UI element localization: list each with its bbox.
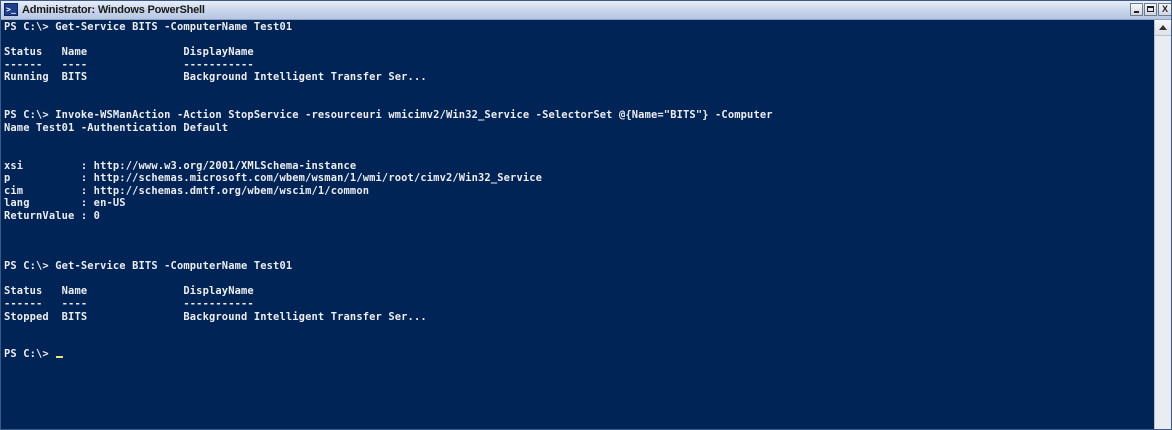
console-line: PS C:\> Get-Service BITS -ComputerName T…: [4, 21, 773, 34]
console-line: Name Test01 -Authentication Default: [4, 122, 773, 135]
console-line-text: Running BITS Background Intelligent Tran…: [4, 71, 427, 84]
console-line-text: cim : http://schemas.dmtf.org/wbem/wscim…: [4, 184, 370, 197]
console-line: PS C:\> Get-Service BITS -ComputerName T…: [4, 260, 773, 273]
console-line: ------ ---- -----------: [4, 298, 773, 311]
window-title: Administrator: Windows PowerShell: [22, 4, 205, 16]
minimize-icon: [1134, 11, 1139, 13]
scroll-up-arrow-icon[interactable]: [1155, 20, 1171, 36]
console-line-text: lang : en-US: [4, 197, 126, 210]
minimize-button[interactable]: [1130, 3, 1143, 16]
console-line-text: Status Name DisplayName: [4, 46, 254, 59]
console-line-text: xsi : http://www.w3.org/2001/XMLSchema-i…: [4, 159, 357, 172]
console-line-text: Name Test01 -Authentication Default: [4, 121, 229, 134]
console-line: PS C:\>: [4, 348, 773, 361]
powershell-window: >_ Administrator: Windows PowerShell X P…: [0, 0, 1172, 430]
console-line-text: ------ ---- -----------: [4, 58, 254, 71]
console-line-text: PS C:\> Invoke-WSManAction -Action StopS…: [4, 109, 773, 122]
console-line: ------ ---- -----------: [4, 59, 773, 72]
text-cursor-icon: [56, 356, 64, 359]
console-line: Status Name DisplayName: [4, 285, 773, 298]
console-line-text: Status Name DisplayName: [4, 285, 254, 298]
console-lines: PS C:\> Get-Service BITS -ComputerName T…: [4, 21, 773, 361]
console-line: cim : http://schemas.dmtf.org/wbem/wscim…: [4, 185, 773, 198]
console-line-text: PS C:\> Get-Service BITS -ComputerName T…: [4, 260, 293, 273]
console-line: PS C:\> Invoke-WSManAction -Action StopS…: [4, 109, 773, 122]
console-output[interactable]: PS C:\> Get-Service BITS -ComputerName T…: [1, 20, 1154, 429]
maximize-icon: [1147, 6, 1154, 12]
console-line: Running BITS Background Intelligent Tran…: [4, 71, 773, 84]
console-line: ReturnValue : 0: [4, 210, 773, 223]
powershell-icon: >_: [4, 3, 18, 16]
console-line: Stopped BITS Background Intelligent Tran…: [4, 311, 773, 324]
console-line-text: ReturnValue : 0: [4, 209, 101, 222]
console-line-text: PS C:\>: [4, 348, 56, 361]
close-button[interactable]: X: [1158, 3, 1171, 16]
console-line-text: PS C:\> Get-Service BITS -ComputerName T…: [4, 21, 293, 33]
console-line-text: p : http://schemas.microsoft.com/wbem/ws…: [4, 172, 543, 185]
console-line: xsi : http://www.w3.org/2001/XMLSchema-i…: [4, 160, 773, 173]
console-line: Status Name DisplayName: [4, 46, 773, 59]
console-line: p : http://schemas.microsoft.com/wbem/ws…: [4, 172, 773, 185]
console-line-text: ------ ---- -----------: [4, 298, 254, 311]
console-line: lang : en-US: [4, 197, 773, 210]
console-line-text: Stopped BITS Background Intelligent Tran…: [4, 310, 427, 323]
vertical-scrollbar[interactable]: [1154, 20, 1171, 429]
maximize-button[interactable]: [1144, 3, 1157, 16]
title-bar[interactable]: >_ Administrator: Windows PowerShell X: [1, 1, 1171, 20]
